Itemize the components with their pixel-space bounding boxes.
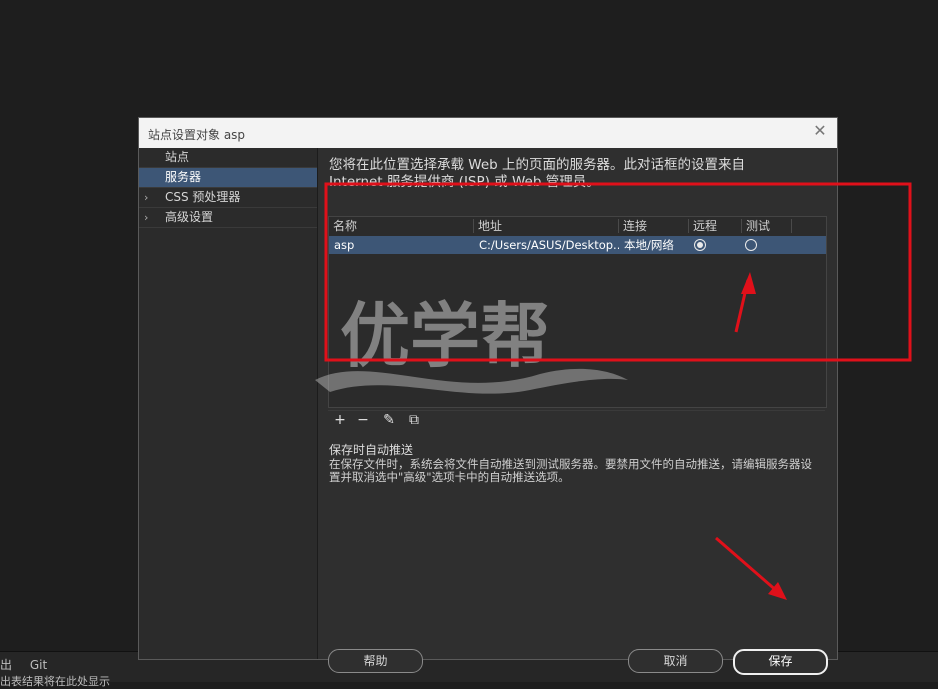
sidebar-item-servers[interactable]: 服务器 [139,168,317,188]
cancel-button[interactable]: 取消 [628,649,723,673]
save-button[interactable]: 保存 [733,649,828,675]
servers-description: 您将在此位置选择承载 Web 上的页面的服务器。此对话框的设置来自 Intern… [329,157,746,190]
server-address: C:/Users/ASUS/Desktop... [479,238,619,252]
servers-panel: 您将在此位置选择承载 Web 上的页面的服务器。此对话框的设置来自 Intern… [318,148,837,675]
column-header-name[interactable]: 名称 [329,219,474,233]
sidebar-item-advanced-settings[interactable]: › 高级设置 [139,208,317,228]
test-radio[interactable] [745,239,757,251]
autopush-title: 保存时自动推送 [329,443,414,457]
remote-radio[interactable] [694,239,706,251]
sidebar-item-site[interactable]: 站点 [139,148,317,168]
sidebar-item-label: 高级设置 [165,210,214,224]
bottom-tab-git[interactable]: Git [30,658,47,672]
sidebar-item-css-preprocessors[interactable]: › CSS 预处理器 [139,188,317,208]
server-name: asp [334,238,355,252]
column-header-test[interactable]: 测试 [742,219,792,233]
dialog-titlebar: 站点设置对象 asp ✕ [139,118,837,148]
chevron-right-icon[interactable]: › [144,208,148,227]
bottom-tabs: 出 Git [0,656,61,673]
remove-server-icon[interactable]: − [354,411,372,429]
add-server-icon[interactable]: + [331,411,349,429]
bottom-tab-output[interactable]: 出 [0,658,12,672]
settings-sidebar: 站点 服务器 › CSS 预处理器 › 高级设置 [139,148,318,659]
table-header: 名称 地址 连接 远程 测试 [329,217,826,235]
autopush-description: 在保存文件时，系统会将文件自动推送到测试服务器。要禁用文件的自动推送，请编辑服务… [329,457,812,484]
sidebar-item-label: 站点 [165,150,190,164]
server-table: 名称 地址 连接 远程 测试 asp C:/Users/ASUS/Desktop… [328,216,827,408]
table-row[interactable]: asp C:/Users/ASUS/Desktop... 本地/网络 [329,236,826,254]
column-header-address[interactable]: 地址 [474,219,619,233]
column-header-connection[interactable]: 连接 [619,219,689,233]
server-table-toolbar: + − ✎ ⧉ [328,410,825,429]
dialog-title: 站点设置对象 asp [148,128,246,142]
help-button[interactable]: 帮助 [328,649,423,673]
column-header-remote[interactable]: 远程 [689,219,742,233]
sidebar-item-label: CSS 预处理器 [165,190,241,204]
site-setup-dialog: 站点设置对象 asp ✕ 站点 服务器 › CSS 预处理器 › 高级设置 您将… [138,117,838,675]
chevron-right-icon[interactable]: › [144,188,148,207]
duplicate-server-icon[interactable]: ⧉ [405,411,423,429]
edit-server-icon[interactable]: ✎ [380,411,398,429]
server-connection: 本地/网络 [624,238,674,252]
bottom-status-text: 出表结果将在此处显示 [0,675,110,688]
close-icon[interactable]: ✕ [811,122,829,140]
sidebar-item-label: 服务器 [165,170,202,184]
